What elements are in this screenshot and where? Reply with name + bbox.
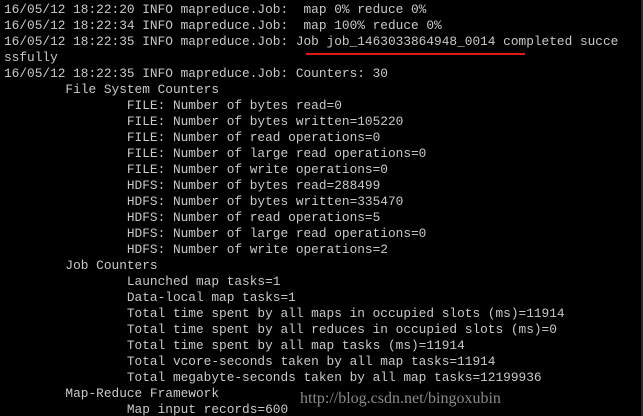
log-line-17: Job Counters [4, 258, 158, 273]
log-line-11: FILE: Number of write operations=0 [4, 162, 388, 177]
job-id-highlight-underline [306, 53, 525, 55]
log-line-21: Total time spent by all reduces in occup… [4, 322, 557, 337]
log-line-15: HDFS: Number of large read operations=0 [4, 226, 427, 241]
log-line-1: 16/05/12 18:22:20 INFO mapreduce.Job: ma… [4, 2, 427, 17]
log-line-5: 16/05/12 18:22:35 INFO mapreduce.Job: Co… [4, 66, 388, 81]
log-line-23: Total vcore-seconds taken by all map tas… [4, 354, 496, 369]
log-line-7: FILE: Number of bytes read=0 [4, 98, 342, 113]
log-line-18: Launched map tasks=1 [4, 274, 281, 289]
log-line-10: FILE: Number of large read operations=0 [4, 146, 427, 161]
log-line-16: HDFS: Number of write operations=2 [4, 242, 388, 257]
terminal-output[interactable]: 16/05/12 18:22:20 INFO mapreduce.Job: ma… [0, 0, 643, 416]
log-line-4: ssfully [4, 50, 58, 65]
log-line-9: FILE: Number of read operations=0 [4, 130, 381, 145]
blog-watermark: http://blog.csdn.net/bingoxubin [300, 390, 501, 407]
log-line-20: Total time spent by all maps in occupied… [4, 306, 565, 321]
log-line-6: File System Counters [4, 82, 220, 97]
log-line-19: Data-local map tasks=1 [4, 290, 296, 305]
log-line-13: HDFS: Number of bytes written=335470 [4, 194, 404, 209]
log-line-2: 16/05/12 18:22:34 INFO mapreduce.Job: ma… [4, 18, 442, 33]
log-line-26: Map input records=600 [4, 402, 289, 416]
log-line-8: FILE: Number of bytes written=105220 [4, 114, 404, 129]
log-line-12: HDFS: Number of bytes read=288499 [4, 178, 381, 193]
log-line-25: Map-Reduce Framework [4, 386, 220, 401]
log-line-3: 16/05/12 18:22:35 INFO mapreduce.Job: Jo… [4, 34, 619, 49]
log-line-24: Total megabyte-seconds taken by all map … [4, 370, 542, 385]
log-line-14: HDFS: Number of read operations=5 [4, 210, 381, 225]
log-line-22: Total time spent by all map tasks (ms)=1… [4, 338, 465, 353]
